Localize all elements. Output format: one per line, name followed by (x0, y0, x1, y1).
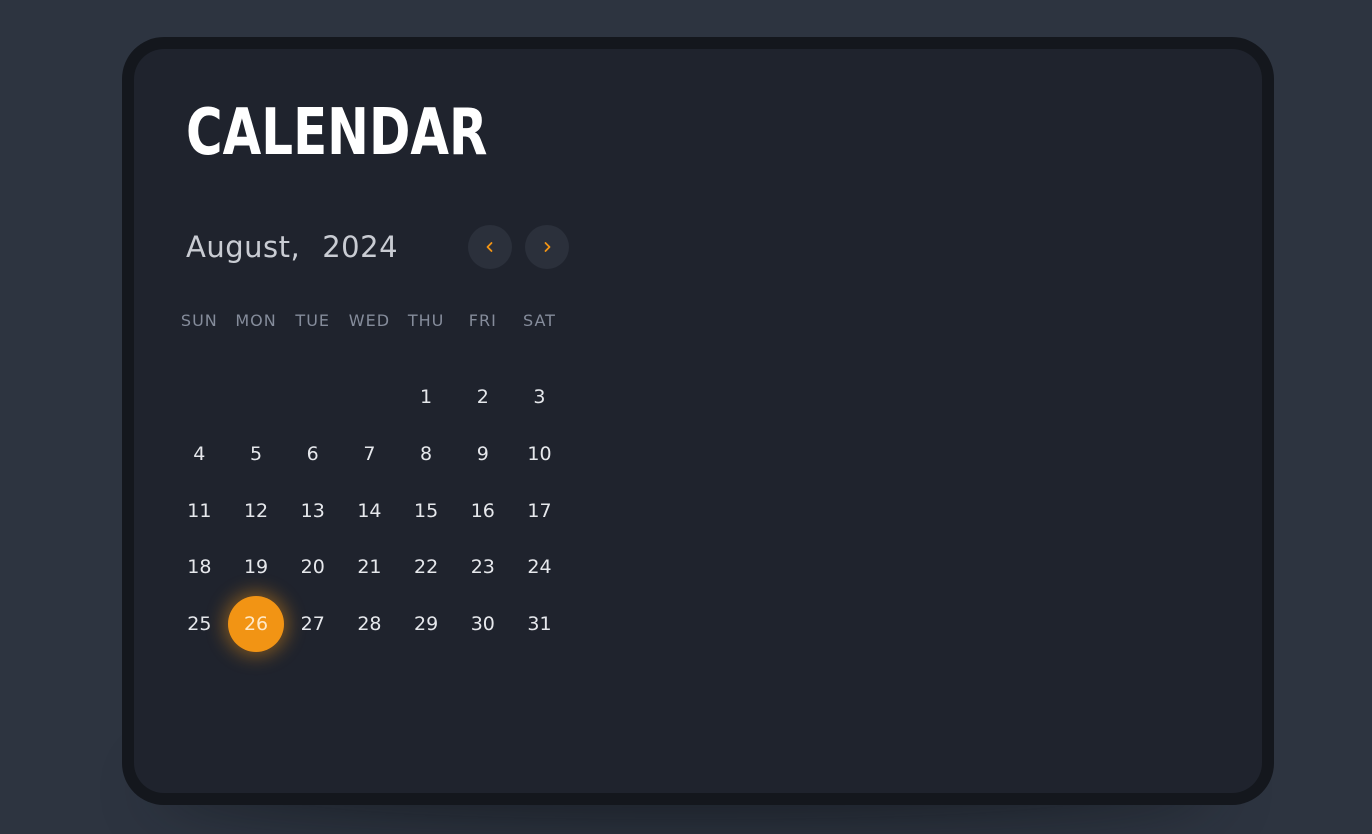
empty-day-cell (228, 369, 285, 426)
day-number: 14 (357, 499, 382, 522)
day-cell[interactable]: 21 (341, 539, 398, 596)
day-cell[interactable]: 5 (228, 426, 285, 483)
weekday-label: SAT (523, 311, 556, 330)
chevron-right-icon (544, 242, 551, 252)
day-cell[interactable]: 12 (228, 482, 285, 539)
day-cell[interactable]: 22 (398, 539, 455, 596)
page-title: CALENDAR (186, 96, 488, 170)
day-cell[interactable]: 4 (171, 426, 228, 483)
day-number: 21 (357, 556, 382, 579)
month-year-header: August, 2024 (186, 225, 398, 269)
day-number: 2 (476, 386, 489, 409)
days-grid: 1 2 3 4 5 6 7 8 9 10 11 12 13 14 15 16 17 18 19 20 21 22 23 24 2… (171, 369, 568, 653)
day-cell[interactable]: 8 (398, 426, 455, 483)
day-cell[interactable]: 30 (454, 596, 511, 653)
day-cell[interactable]: 3 (511, 369, 568, 426)
empty-day-cell (341, 369, 398, 426)
day-number: 27 (300, 613, 325, 636)
day-cell[interactable]: 27 (284, 596, 341, 653)
day-number: 31 (527, 613, 552, 636)
day-number: 11 (187, 499, 212, 522)
weekday-label: MON (235, 311, 277, 330)
day-cell[interactable]: 18 (171, 539, 228, 596)
day-number: 8 (420, 443, 433, 466)
day-number: 15 (414, 499, 439, 522)
day-number: 4 (193, 443, 206, 466)
day-number: 1 (420, 386, 433, 409)
day-number: 3 (533, 386, 546, 409)
day-number: 10 (527, 443, 552, 466)
calendar-card: CALENDAR August, 2024 SUN MON TUE WED TH… (134, 49, 1262, 793)
day-cell[interactable]: 11 (171, 482, 228, 539)
year-label: 2024 (322, 230, 399, 264)
day-number: 19 (243, 556, 269, 579)
day-cell[interactable]: 24 (511, 539, 568, 596)
day-number: 25 (187, 613, 212, 636)
day-number: 28 (357, 613, 382, 636)
weekday-label: THU (407, 311, 445, 330)
day-number: 17 (527, 499, 552, 522)
day-cell[interactable]: 15 (398, 482, 455, 539)
day-number: 5 (249, 443, 263, 466)
weekday-label: TUE (295, 311, 331, 330)
empty-day-cell (171, 369, 228, 426)
next-month-button[interactable] (525, 225, 569, 269)
day-number: 24 (527, 556, 552, 579)
calendar-card-frame: CALENDAR August, 2024 SUN MON TUE WED TH… (122, 37, 1274, 805)
previous-month-button[interactable] (468, 225, 512, 269)
weekday-label: FRI (468, 311, 497, 330)
day-cell[interactable]: 31 (511, 596, 568, 653)
day-cell[interactable]: 2 (454, 369, 511, 426)
day-number: 18 (187, 556, 212, 579)
day-number: 26 (228, 596, 285, 653)
day-cell[interactable]: 13 (284, 482, 341, 539)
day-cell[interactable]: 16 (454, 482, 511, 539)
weekday-label: SUN (180, 311, 218, 330)
day-number: 6 (306, 443, 319, 466)
day-cell[interactable]: 20 (284, 539, 341, 596)
day-cell[interactable]: 6 (284, 426, 341, 483)
day-cell[interactable]: 29 (398, 596, 455, 653)
empty-day-cell (284, 369, 341, 426)
day-cell[interactable]: 7 (341, 426, 398, 483)
day-number: 12 (243, 499, 269, 522)
day-number: 23 (470, 556, 495, 579)
day-number: 22 (414, 556, 439, 579)
day-cell[interactable]: 28 (341, 596, 398, 653)
day-cell[interactable]: 23 (454, 539, 511, 596)
selected-day-cell[interactable]: 26 (228, 596, 285, 653)
day-number: 29 (414, 613, 439, 636)
chevron-left-icon (486, 242, 493, 252)
weekday-label: WED (348, 311, 391, 330)
day-cell[interactable]: 19 (228, 539, 285, 596)
day-cell[interactable]: 9 (454, 426, 511, 483)
day-cell[interactable]: 14 (341, 482, 398, 539)
day-number: 9 (476, 443, 489, 466)
day-cell[interactable]: 25 (171, 596, 228, 653)
day-number: 7 (363, 443, 376, 466)
day-number: 16 (470, 499, 495, 522)
day-number: 30 (470, 613, 495, 636)
day-number: 20 (300, 556, 325, 579)
day-cell[interactable]: 17 (511, 482, 568, 539)
day-cell[interactable]: 10 (511, 426, 568, 483)
weekday-header-row: SUN MON TUE WED THU FRI SAT (171, 309, 568, 333)
month-label: August, (186, 230, 301, 264)
day-cell[interactable]: 1 (398, 369, 455, 426)
day-number: 13 (300, 499, 325, 522)
